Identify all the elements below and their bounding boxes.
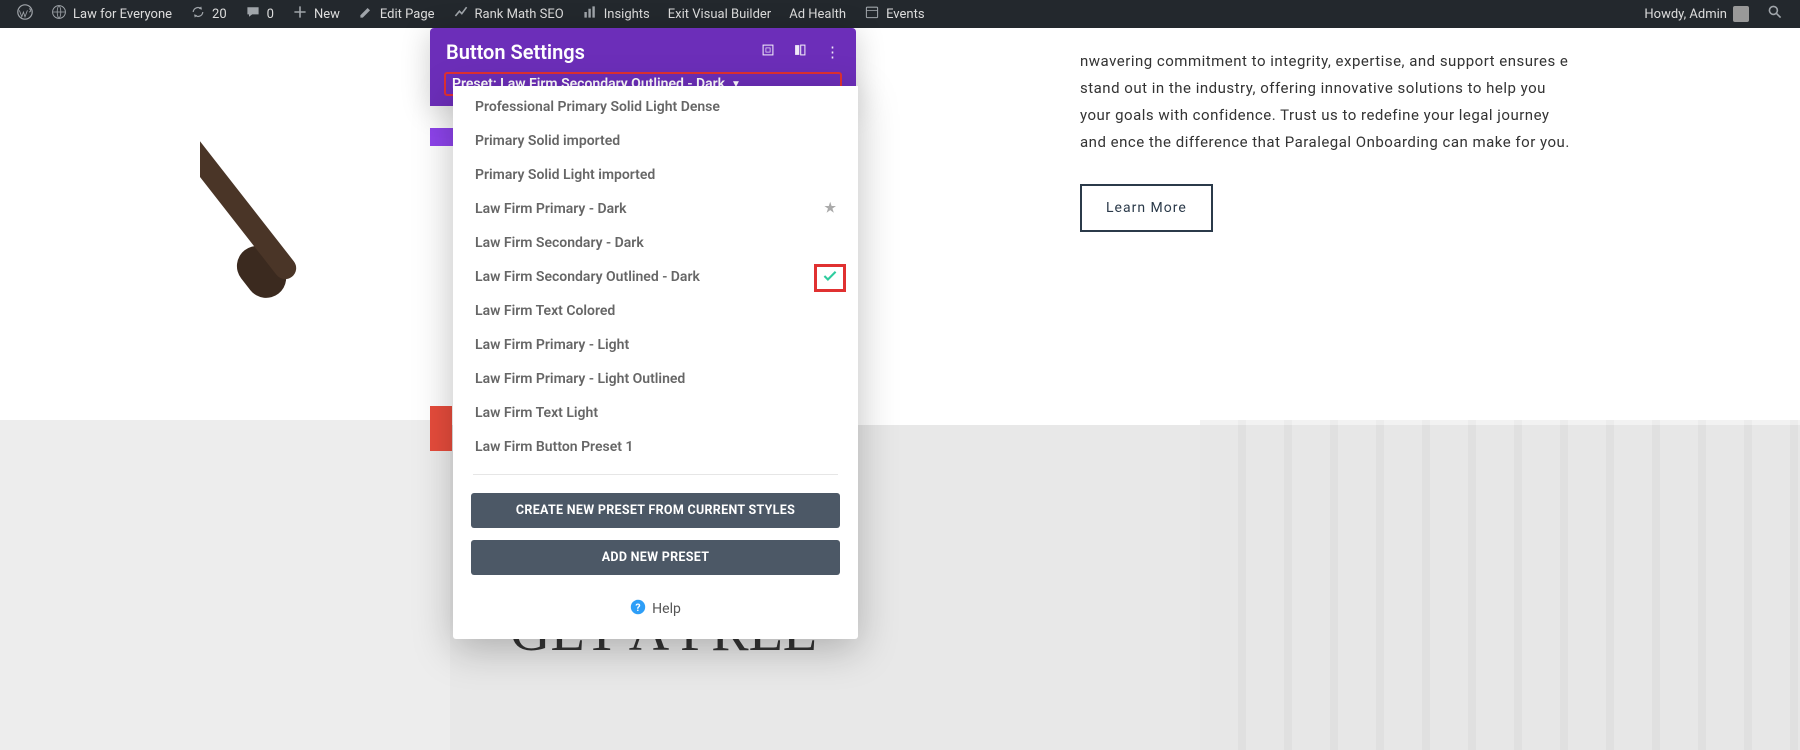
exit-visual-builder[interactable]: Exit Visual Builder	[659, 0, 780, 28]
events-menu[interactable]: Events	[855, 0, 933, 28]
preset-option[interactable]: Law Firm Secondary Outlined - Dark	[453, 260, 858, 294]
preset-option[interactable]: Law Firm Primary - Dark★	[453, 192, 858, 226]
divider	[473, 474, 838, 475]
preset-option[interactable]: Professional Primary Solid Light Dense	[453, 90, 858, 124]
preset-option[interactable]: Law Firm Primary - Light	[453, 328, 858, 362]
preset-option[interactable]: Law Firm Button Preset 1	[453, 430, 858, 464]
wp-logo-menu[interactable]	[8, 0, 42, 28]
preset-option[interactable]: Law Firm Primary - Light Outlined	[453, 362, 858, 396]
paragraph-text: nwavering commitment to integrity, exper…	[1080, 48, 1580, 156]
howdy-label: Howdy, Admin	[1644, 7, 1727, 22]
search-toggle[interactable]	[1758, 0, 1792, 28]
module-handle-left[interactable]	[430, 406, 452, 451]
calendar-icon	[864, 4, 880, 24]
ad-health-menu[interactable]: Ad Health	[780, 0, 855, 28]
bg-image-columns	[1200, 420, 1800, 750]
site-name-label: Law for Everyone	[73, 7, 172, 22]
help-link[interactable]: ? Help	[453, 587, 858, 639]
bg-image-left	[0, 420, 450, 750]
bar-chart-icon	[582, 4, 598, 24]
modal-title: Button Settings	[446, 40, 585, 64]
insights-label: Insights	[604, 7, 650, 22]
expand-icon[interactable]	[761, 43, 775, 61]
intro-paragraph: nwavering commitment to integrity, exper…	[1080, 48, 1580, 232]
star-icon: ★	[824, 201, 836, 216]
preset-option[interactable]: Law Firm Text Light	[453, 396, 858, 430]
search-icon	[1767, 4, 1783, 24]
wordpress-icon	[17, 4, 33, 24]
account-menu[interactable]: Howdy, Admin	[1635, 0, 1758, 28]
selected-check	[814, 264, 846, 292]
insights-menu[interactable]: Insights	[573, 0, 659, 28]
svg-text:?: ?	[636, 601, 641, 614]
preset-option[interactable]: Primary Solid Light imported	[453, 158, 858, 192]
preset-dropdown: Professional Primary Solid Light DensePr…	[453, 86, 858, 639]
preset-option[interactable]: Primary Solid imported	[453, 124, 858, 158]
events-label: Events	[886, 7, 924, 22]
kebab-icon[interactable]: ⋮	[825, 43, 840, 61]
add-preset-button[interactable]: ADD NEW PRESET	[471, 540, 840, 575]
snap-icon[interactable]	[793, 43, 807, 61]
site-name-menu[interactable]: Law for Everyone	[42, 0, 181, 28]
ad-health-label: Ad Health	[789, 7, 846, 22]
exit-vb-label: Exit Visual Builder	[668, 7, 771, 22]
preset-option[interactable]: Law Firm Text Colored	[453, 294, 858, 328]
avatar-icon	[1733, 6, 1749, 22]
create-preset-button[interactable]: CREATE NEW PRESET FROM CURRENT STYLES	[471, 493, 840, 528]
home-icon	[51, 4, 67, 24]
learn-more-button[interactable]: Learn More	[1080, 184, 1213, 232]
help-icon: ?	[630, 599, 646, 619]
help-label: Help	[652, 601, 681, 617]
preset-option[interactable]: Law Firm Secondary - Dark	[453, 226, 858, 260]
